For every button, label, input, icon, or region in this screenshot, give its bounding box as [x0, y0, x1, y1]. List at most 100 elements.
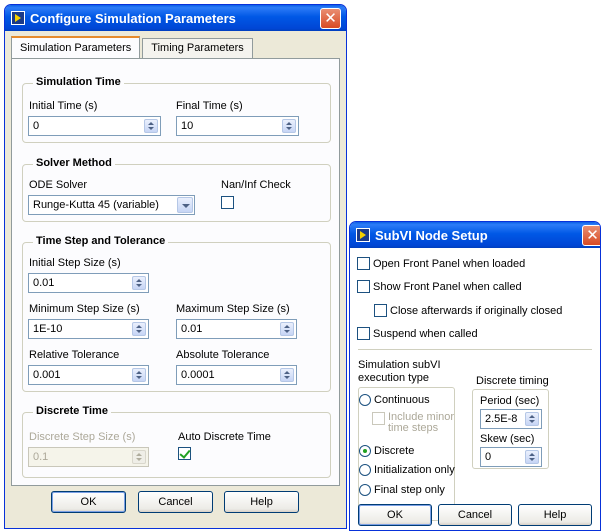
- checkbox[interactable]: [374, 304, 387, 317]
- close-button[interactable]: ✕: [582, 225, 600, 246]
- option-label: Close afterwards if originally closed: [390, 304, 563, 317]
- spin-arrows-icon[interactable]: [132, 368, 146, 382]
- radio-label: Discrete: [374, 445, 415, 457]
- radio-final-step-only[interactable]: Final step only: [359, 484, 445, 496]
- simulation-parameters-page: Simulation Time Initial Time (s) 0 Final…: [11, 58, 340, 486]
- initial-step-value: 0.01: [33, 277, 55, 289]
- solver-method-group: Solver Method ODE Solver Runge-Kutta 45 …: [22, 157, 331, 222]
- include-minor-option: Include minor time steps: [372, 412, 454, 434]
- spin-arrows-icon[interactable]: [132, 276, 146, 290]
- include-minor-line-2: time steps: [388, 422, 439, 434]
- divider: [358, 349, 592, 350]
- execution-type-label-2: execution type: [358, 372, 429, 384]
- option-label: Open Front Panel when loaded: [373, 257, 526, 270]
- initial-step-input[interactable]: 0.01: [28, 273, 149, 293]
- period-label: Period (sec): [480, 395, 540, 407]
- dialog-titlebar[interactable]: Configure Simulation Parameters: [5, 5, 346, 31]
- rel-tol-value: 0.001: [33, 369, 61, 381]
- show-front-panel-option[interactable]: Show Front Panel when called: [357, 280, 522, 293]
- radio-initialization-only[interactable]: Initialization only: [359, 464, 455, 476]
- group-label: Simulation Time: [33, 76, 124, 88]
- initial-time-input[interactable]: 0: [28, 116, 161, 136]
- rel-tol-input[interactable]: 0.001: [28, 365, 149, 385]
- naninf-check-label: Nan/Inf Check: [221, 179, 291, 191]
- cancel-button[interactable]: Cancel: [138, 491, 213, 513]
- checkbox[interactable]: [357, 280, 370, 293]
- final-time-value: 10: [181, 120, 194, 132]
- ok-button[interactable]: OK: [51, 491, 126, 513]
- min-step-value: 1E-10: [33, 323, 63, 335]
- dialog-title: Configure Simulation Parameters: [30, 10, 236, 26]
- spin-arrows-icon[interactable]: [144, 119, 158, 133]
- tab-timing-parameters[interactable]: Timing Parameters: [142, 38, 253, 58]
- initial-time-label: Initial Time (s): [29, 100, 98, 112]
- labview-icon: [11, 11, 25, 25]
- spin-arrows-icon[interactable]: [280, 368, 294, 382]
- discrete-timing-label: Discrete timing: [476, 375, 549, 387]
- option-label: Suspend when called: [373, 327, 478, 340]
- ode-solver-select[interactable]: Runge-Kutta 45 (variable): [28, 195, 195, 215]
- close-button[interactable]: ✕: [320, 8, 341, 29]
- initial-step-label: Initial Step Size (s): [29, 257, 121, 269]
- radio-icon[interactable]: [359, 394, 371, 406]
- abs-tol-label: Absolute Tolerance: [176, 349, 270, 361]
- help-button[interactable]: Help: [518, 504, 592, 526]
- checkbox[interactable]: [357, 327, 370, 340]
- skew-input[interactable]: 0: [480, 447, 542, 467]
- abs-tol-value: 0.0001: [181, 369, 215, 381]
- radio-label: Final step only: [374, 484, 445, 496]
- spin-arrows-icon[interactable]: [132, 322, 146, 336]
- checkbox[interactable]: [357, 257, 370, 270]
- radio-label: Continuous: [374, 394, 430, 406]
- skew-label: Skew (sec): [480, 433, 535, 445]
- subvi-body: Open Front Panel when loaded Show Front …: [350, 248, 600, 530]
- radio-icon[interactable]: [359, 464, 371, 476]
- max-step-input[interactable]: 0.01: [176, 319, 297, 339]
- abs-tol-input[interactable]: 0.0001: [176, 365, 297, 385]
- help-button[interactable]: Help: [224, 491, 299, 513]
- naninf-checkbox[interactable]: [221, 196, 234, 209]
- option-label: Show Front Panel when called: [373, 280, 522, 293]
- initial-time-value: 0: [33, 120, 40, 132]
- tab-strip: Simulation Parameters Timing Parameters: [11, 36, 253, 58]
- subvi-node-setup-dialog: SubVI Node Setup ✕ Open Front Panel when…: [349, 221, 601, 531]
- spin-arrows-icon[interactable]: [525, 412, 539, 426]
- group-label: Time Step and Tolerance: [33, 235, 169, 247]
- cancel-button[interactable]: Cancel: [438, 504, 512, 526]
- suspend-option[interactable]: Suspend when called: [357, 327, 478, 340]
- rel-tol-label: Relative Tolerance: [29, 349, 120, 361]
- period-value: 2.5E-8: [485, 413, 518, 425]
- radio-icon[interactable]: [359, 484, 371, 496]
- spin-arrows-icon[interactable]: [525, 450, 539, 464]
- discrete-step-label: Discrete Step Size (s): [29, 431, 136, 443]
- ode-solver-label: ODE Solver: [29, 179, 88, 191]
- radio-continuous[interactable]: Continuous: [359, 394, 430, 406]
- configure-simulation-dialog: Configure Simulation Parameters ✕ Simula…: [4, 4, 347, 529]
- radio-selected-icon[interactable]: [359, 445, 371, 457]
- min-step-input[interactable]: 1E-10: [28, 319, 149, 339]
- close-icon: ✕: [324, 9, 337, 27]
- group-label: Discrete Time: [33, 405, 111, 417]
- open-front-panel-option[interactable]: Open Front Panel when loaded: [357, 257, 525, 270]
- group-label: Solver Method: [33, 157, 115, 169]
- final-time-input[interactable]: 10: [176, 116, 299, 136]
- ode-solver-value: Runge-Kutta 45 (variable): [33, 199, 159, 211]
- spin-arrows-icon[interactable]: [280, 322, 294, 336]
- ok-button[interactable]: OK: [358, 504, 432, 526]
- spin-arrows-icon[interactable]: [282, 119, 296, 133]
- discrete-time-group: Discrete Time Discrete Step Size (s) 0.1…: [22, 405, 331, 478]
- simulation-time-group: Simulation Time Initial Time (s) 0 Final…: [22, 76, 331, 143]
- dialog-titlebar[interactable]: SubVI Node Setup: [350, 222, 600, 248]
- period-input[interactable]: 2.5E-8: [480, 409, 542, 429]
- tab-simulation-parameters[interactable]: Simulation Parameters: [11, 36, 141, 58]
- max-step-value: 0.01: [181, 323, 203, 335]
- auto-discrete-checkbox[interactable]: [178, 447, 191, 460]
- discrete-step-input: 0.1: [28, 447, 149, 467]
- radio-discrete[interactable]: Discrete: [359, 445, 414, 457]
- chevron-down-icon[interactable]: [177, 197, 193, 213]
- close-icon: ✕: [586, 226, 599, 244]
- close-afterwards-option[interactable]: Close afterwards if originally closed: [374, 304, 562, 317]
- min-step-label: Minimum Step Size (s): [29, 303, 140, 315]
- skew-value: 0: [485, 451, 492, 463]
- time-step-tolerance-group: Time Step and Tolerance Initial Step Siz…: [22, 235, 331, 392]
